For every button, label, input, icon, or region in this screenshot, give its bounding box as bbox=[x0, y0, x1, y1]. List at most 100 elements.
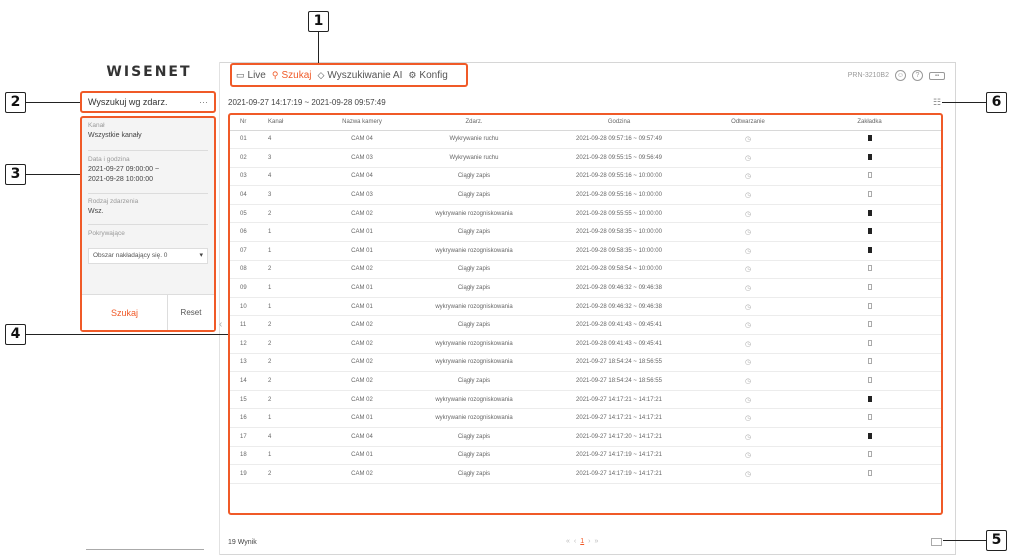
table-row[interactable]: 11 2 CAM 02 Ciągły zapis 2021-09-28 09:41:43… bbox=[230, 315, 941, 336]
play-icon[interactable]: ◷ bbox=[745, 229, 751, 236]
collapse-sidebar-icon[interactable]: ‹ bbox=[219, 319, 222, 330]
search-button[interactable]: Szukaj bbox=[82, 295, 168, 330]
bookmark-empty-icon[interactable] bbox=[867, 469, 872, 476]
bookmark-empty-icon[interactable] bbox=[867, 191, 872, 198]
bookmark-empty-icon[interactable] bbox=[867, 172, 872, 179]
table-row[interactable]: 02 3 CAM 03 Wykrywanie ruchu 2021-09-28 09:5… bbox=[230, 148, 941, 168]
play-icon[interactable]: ◷ bbox=[745, 155, 751, 162]
column-header-playback[interactable]: Odtwarzanie bbox=[698, 115, 798, 131]
table-row[interactable]: 05 2 CAM 02 wykrywanie rozogniskowania 2021-… bbox=[230, 204, 941, 224]
table-row[interactable]: 18 1 CAM 01 Ciągły zapis 2021-09-27 14:17:19… bbox=[230, 446, 941, 466]
tab-config[interactable]: ⚙ Konfig bbox=[408, 70, 447, 81]
column-settings-icon[interactable]: ☷ bbox=[933, 97, 941, 108]
play-icon[interactable]: ◷ bbox=[745, 341, 751, 348]
row-number: 16 bbox=[230, 408, 264, 428]
play-icon[interactable]: ◷ bbox=[745, 285, 751, 292]
play-icon[interactable]: ◷ bbox=[745, 173, 751, 180]
table-row[interactable]: 17 4 CAM 04 Ciągły zapis 2021-09-27 14:17:20… bbox=[230, 427, 941, 447]
bookmark-filled-icon[interactable] bbox=[867, 395, 872, 402]
row-time: 2021-09-28 09:46:32 ~ 09:46:38 bbox=[540, 278, 698, 298]
play-icon[interactable]: ◷ bbox=[745, 359, 751, 366]
bookmark-filled-icon[interactable] bbox=[867, 432, 872, 439]
table-row[interactable]: 16 1 CAM 01 wykrywanie rozogniskowania 2021-… bbox=[230, 408, 941, 428]
column-header-time[interactable]: Godzina bbox=[540, 115, 698, 131]
table-row[interactable]: 10 1 CAM 01 wykrywanie rozogniskowania 2021-… bbox=[230, 297, 941, 317]
overlap-select[interactable]: Obszar nakładający się. 0 ▾ bbox=[88, 248, 208, 264]
play-icon[interactable]: ◷ bbox=[745, 434, 751, 441]
row-time: 2021-09-28 09:46:32 ~ 09:46:38 bbox=[540, 297, 698, 317]
page-number[interactable]: 1 bbox=[580, 538, 584, 545]
bookmark-empty-icon[interactable] bbox=[867, 377, 872, 384]
bookmark-empty-icon[interactable] bbox=[867, 284, 872, 291]
row-number: 14 bbox=[230, 371, 264, 391]
play-icon[interactable]: ◷ bbox=[745, 192, 751, 199]
row-camera-name: CAM 02 bbox=[316, 390, 408, 410]
last-page-button[interactable]: » bbox=[595, 538, 599, 545]
table-row[interactable]: 12 2 CAM 02 wykrywanie rozogniskowania 2021-… bbox=[230, 334, 941, 354]
bookmark-empty-icon[interactable] bbox=[867, 265, 872, 272]
bookmark-empty-icon[interactable] bbox=[867, 321, 872, 328]
table-row[interactable]: 08 2 CAM 02 Ciągły zapis 2021-09-28 09:58:54… bbox=[230, 260, 941, 280]
column-header-no[interactable]: Nr bbox=[230, 115, 264, 131]
column-header-camera[interactable]: Nazwa kamery bbox=[316, 115, 408, 131]
play-icon[interactable]: ◷ bbox=[745, 304, 751, 311]
filter-event-type[interactable]: Rodzaj zdarzenia Wsz. bbox=[88, 198, 208, 217]
prev-page-button[interactable]: ‹ bbox=[574, 538, 576, 545]
play-icon[interactable]: ◷ bbox=[745, 322, 751, 329]
bookmark-empty-icon[interactable] bbox=[867, 302, 872, 309]
more-icon[interactable]: ··· bbox=[199, 97, 208, 107]
search-type-select[interactable]: Wyszukuj wg zdarz. ··· bbox=[80, 91, 216, 113]
play-icon[interactable]: ◷ bbox=[745, 266, 751, 273]
play-icon[interactable]: ◷ bbox=[745, 136, 751, 143]
column-header-bookmark[interactable]: Zakładka bbox=[798, 115, 941, 131]
row-channel: 1 bbox=[264, 278, 316, 298]
table-row[interactable]: 06 1 CAM 01 Ciągły zapis 2021-09-28 09:58:35… bbox=[230, 222, 941, 243]
filter-datetime[interactable]: Data i godzina 2021-09-27 09:00:00 ~ 202… bbox=[88, 156, 208, 185]
table-row[interactable]: 07 1 CAM 01 wykrywanie rozogniskowania 2021-… bbox=[230, 241, 941, 261]
bookmark-filled-icon[interactable] bbox=[867, 209, 872, 216]
column-header-event[interactable]: Zdarz. bbox=[408, 115, 540, 131]
bookmark-empty-icon[interactable] bbox=[867, 339, 872, 346]
table-row[interactable]: 04 3 CAM 03 Ciągły zapis 2021-09-28 09:55:16… bbox=[230, 185, 941, 205]
export-icon[interactable] bbox=[931, 538, 942, 546]
bookmark-empty-icon[interactable] bbox=[867, 414, 872, 421]
table-row[interactable]: 19 2 CAM 02 Ciągły zapis 2021-09-27 14:17:19… bbox=[230, 464, 941, 484]
first-page-button[interactable]: « bbox=[566, 538, 570, 545]
tab-live[interactable]: ▭ Live bbox=[236, 70, 266, 81]
table-row[interactable]: 03 4 CAM 04 Ciągły zapis 2021-09-28 09:55:16… bbox=[230, 167, 941, 187]
sidebar-scrollbar[interactable] bbox=[86, 549, 204, 550]
play-icon[interactable]: ◷ bbox=[745, 471, 751, 478]
table-row[interactable]: 14 2 CAM 02 Ciągły zapis 2021-09-27 18:54:24… bbox=[230, 371, 941, 391]
tab-search[interactable]: ⚲ Szukaj bbox=[272, 70, 312, 81]
row-time: 2021-09-27 18:54:24 ~ 18:56:55 bbox=[540, 371, 698, 391]
table-row[interactable]: 15 2 CAM 02 wykrywanie rozogniskowania 2021-… bbox=[230, 390, 941, 410]
divider bbox=[88, 150, 208, 151]
play-icon[interactable]: ◷ bbox=[745, 452, 751, 459]
bookmark-empty-icon[interactable] bbox=[867, 451, 872, 458]
filter-overlap: Pokrywające bbox=[88, 230, 208, 237]
help-icon[interactable]: ? bbox=[912, 70, 923, 81]
bookmark-filled-icon[interactable] bbox=[867, 228, 872, 235]
bookmark-filled-icon[interactable] bbox=[867, 246, 872, 253]
column-header-channel[interactable]: Kanał bbox=[264, 115, 316, 131]
bookmark-filled-icon[interactable] bbox=[867, 135, 872, 142]
play-icon[interactable]: ◷ bbox=[745, 211, 751, 218]
bookmark-filled-icon[interactable] bbox=[867, 153, 872, 160]
play-icon[interactable]: ◷ bbox=[745, 248, 751, 255]
row-bookmark bbox=[798, 446, 941, 466]
next-page-button[interactable]: › bbox=[588, 538, 590, 545]
play-icon[interactable]: ◷ bbox=[745, 378, 751, 385]
table-row[interactable]: 13 2 CAM 02 wykrywanie rozogniskowania 2021-… bbox=[230, 353, 941, 373]
battery-icon: ▪▪ bbox=[929, 71, 945, 80]
play-icon[interactable]: ◷ bbox=[745, 415, 751, 422]
play-icon[interactable]: ◷ bbox=[745, 397, 751, 404]
tab-ai-search[interactable]: ◇ Wyszukiwanie AI bbox=[317, 70, 402, 81]
user-icon[interactable]: ☺ bbox=[895, 70, 906, 81]
table-header-row: Nr Kanał Nazwa kamery Zdarz. Godzina Odt… bbox=[230, 115, 941, 131]
bookmark-empty-icon[interactable] bbox=[867, 358, 872, 365]
table-row[interactable]: 01 4 CAM 04 Wykrywanie ruchu 2021-09-28 09:5… bbox=[230, 130, 941, 150]
table-row[interactable]: 09 1 CAM 01 Ciągły zapis 2021-09-28 09:46:32… bbox=[230, 278, 941, 298]
reset-button[interactable]: Reset bbox=[168, 295, 214, 330]
filter-channel[interactable]: Kanał Wszystkie kanały bbox=[88, 122, 208, 141]
row-channel: 2 bbox=[264, 371, 316, 391]
